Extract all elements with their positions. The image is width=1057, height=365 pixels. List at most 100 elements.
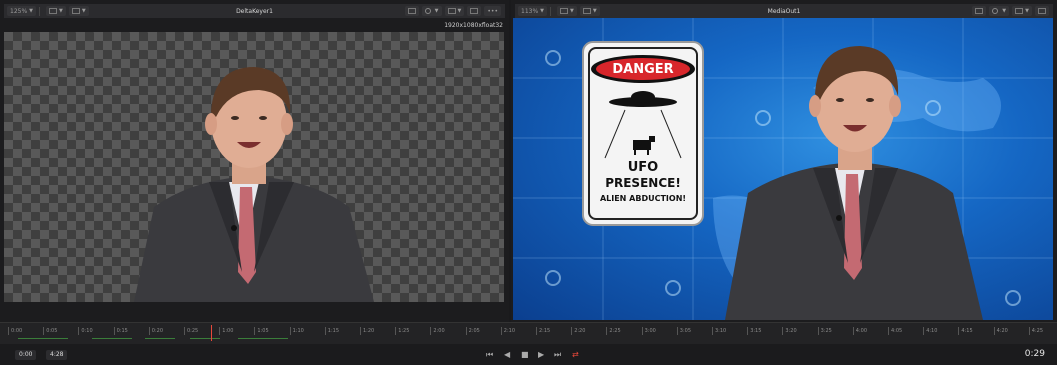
timeline-tick: 4:20: [993, 327, 1008, 335]
timeline-tick: 1:00: [219, 327, 233, 335]
sign-header-text: DANGER: [612, 62, 674, 77]
right-guides-button[interactable]: ▼: [1012, 6, 1032, 16]
chevron-down-icon: ▼: [1025, 8, 1029, 14]
timeline-tick: 3:20: [782, 327, 797, 335]
chevron-down-icon: ▼: [29, 8, 34, 14]
chevron-down-icon: ▼: [1002, 8, 1007, 14]
cache-bar: [92, 338, 132, 339]
cache-bar: [238, 338, 288, 339]
right-channel-button[interactable]: ▼: [557, 6, 577, 16]
sign-line-1: UFO: [627, 160, 659, 175]
timeline-tick: 3:15: [747, 327, 761, 335]
divider: [39, 6, 41, 16]
timeline-tick: 4:10: [923, 327, 937, 335]
timeline-tick: 2:15: [536, 327, 550, 335]
current-timecode: 0:29: [1024, 349, 1045, 359]
timeline-tick: 2:10: [500, 327, 515, 335]
skip-to-end-icon[interactable]: ⏭: [554, 350, 561, 360]
timeline-tick: 2:25: [606, 327, 621, 335]
loop-icon[interactable]: ⇄: [572, 350, 579, 360]
sign-line-3: ALIEN ABDUCTION!: [599, 194, 687, 203]
sign-line-2: PRESENCE!: [605, 176, 681, 190]
timeline-tick: 4:00: [852, 327, 867, 335]
timeline-tick: 4:05: [888, 327, 902, 335]
right-viewer-toolbar: 113% ▼ ▼ ▼ MediaOut1 ▼ ▼: [515, 4, 1053, 18]
chevron-down-icon: ▼: [457, 8, 462, 14]
timeline-tick: 3:00: [641, 327, 656, 335]
timeline-tick: 0:05: [43, 327, 57, 335]
channels-icon: [49, 8, 58, 14]
left-viewer-toolbar: 125% ▼ ▼ ▼ DeltaKeyer1 ▼ ▼ •••: [4, 4, 505, 18]
cache-bar: [190, 338, 220, 339]
roi-icon: [975, 8, 984, 14]
right-roi-button[interactable]: [972, 6, 987, 16]
timeline-tick: 4:15: [958, 327, 973, 335]
timeline-tick: 1:20: [360, 327, 374, 335]
end-time-field[interactable]: 4:28: [46, 350, 68, 360]
chevron-down-icon: ▼: [570, 8, 574, 14]
playhead[interactable]: [211, 325, 212, 341]
left-guides-button[interactable]: ▼: [444, 6, 465, 16]
guides-icon: [1015, 8, 1024, 14]
left-roi-button[interactable]: [404, 6, 419, 16]
left-viewer-canvas[interactable]: [4, 32, 504, 302]
fullscreen-icon: [1038, 8, 1046, 14]
timeline-tick: 2:05: [465, 327, 480, 335]
timeline-tick: 1:10: [289, 327, 304, 335]
left-view-options-button[interactable]: ▼: [68, 6, 89, 16]
timeline-tick: 3:25: [817, 327, 832, 335]
left-zoom-dropdown[interactable]: 125% ▼: [7, 6, 37, 16]
timeline-tick: 0:25: [184, 327, 198, 335]
roi-icon: [407, 8, 416, 14]
step-back-icon[interactable]: ◀: [504, 350, 510, 360]
resolution-label: 1920x1080xfloat32: [444, 22, 503, 29]
right-viewer-canvas[interactable]: DANGER UFO PRESENCE! ALIEN ABDUCTION!: [513, 18, 1053, 320]
cache-bar: [145, 338, 175, 339]
divider: [550, 6, 552, 16]
timeline-tick: 2:00: [430, 327, 445, 335]
chevron-down-icon: ▼: [59, 8, 63, 14]
right-view-options-button[interactable]: ▼: [579, 6, 600, 16]
chevron-down-icon: ▼: [434, 8, 439, 14]
view-options-icon: [582, 8, 591, 14]
timeline-tick: 0:00: [8, 327, 22, 335]
timeline-tick: 0:15: [113, 327, 128, 335]
left-viewer-title: DeltaKeyer1: [236, 7, 273, 15]
timeline-tick: 3:10: [712, 327, 726, 335]
cache-bar: [18, 338, 68, 339]
timeline-tick: 0:20: [148, 327, 163, 335]
view-options-icon: [71, 8, 80, 14]
skip-to-start-icon[interactable]: ⏮: [486, 350, 493, 360]
right-zoom-label: 113%: [521, 7, 539, 15]
stop-icon[interactable]: ■: [521, 350, 529, 360]
left-zoom-label: 125%: [10, 7, 28, 15]
timeline-tick: 2:20: [571, 327, 585, 335]
left-more-button[interactable]: •••: [484, 6, 501, 16]
right-viewer-title: MediaOut1: [767, 7, 801, 15]
left-channel-button[interactable]: ▼: [46, 6, 66, 16]
more-icon: •••: [487, 7, 498, 15]
chevron-down-icon: ▼: [81, 8, 86, 14]
left-lut-button[interactable]: ▼: [421, 6, 442, 16]
guides-icon: [447, 8, 456, 14]
timeline-tick: 3:05: [676, 327, 691, 335]
right-fullscreen-button[interactable]: [1035, 6, 1049, 16]
timeline-ruler[interactable]: 0:00 0:05 0:10 0:15 0:20 0:25 1:00 1:05 1:10 1:15…: [0, 322, 1057, 345]
keyed-presenter-image: [134, 67, 374, 302]
lut-icon: [424, 8, 431, 14]
right-lut-button[interactable]: ▼: [989, 6, 1010, 16]
fullscreen-icon: [470, 8, 479, 14]
chevron-down-icon: ▼: [592, 8, 597, 14]
lut-icon: [992, 8, 999, 14]
play-icon[interactable]: ▶: [538, 350, 544, 360]
timeline-tick: 4:25: [1028, 327, 1043, 335]
start-time-field[interactable]: 0:00: [15, 350, 37, 360]
timeline-tick: 1:15: [324, 327, 339, 335]
timeline-tick: 1:25: [395, 327, 409, 335]
transport-bar: 0:00 4:28 ⏮ ◀ ■ ▶ ⏭ ⇄ 0:29: [0, 344, 1057, 365]
right-zoom-dropdown[interactable]: 113% ▼: [518, 6, 548, 16]
timeline-tick: 0:10: [78, 327, 93, 335]
left-fullscreen-button[interactable]: [467, 6, 482, 16]
right-viewer[interactable]: 113% ▼ ▼ ▼ MediaOut1 ▼ ▼ DANGER UFO PRES…: [511, 0, 1057, 322]
left-viewer[interactable]: 125% ▼ ▼ ▼ DeltaKeyer1 ▼ ▼ ••• 1920x1080…: [0, 0, 509, 322]
